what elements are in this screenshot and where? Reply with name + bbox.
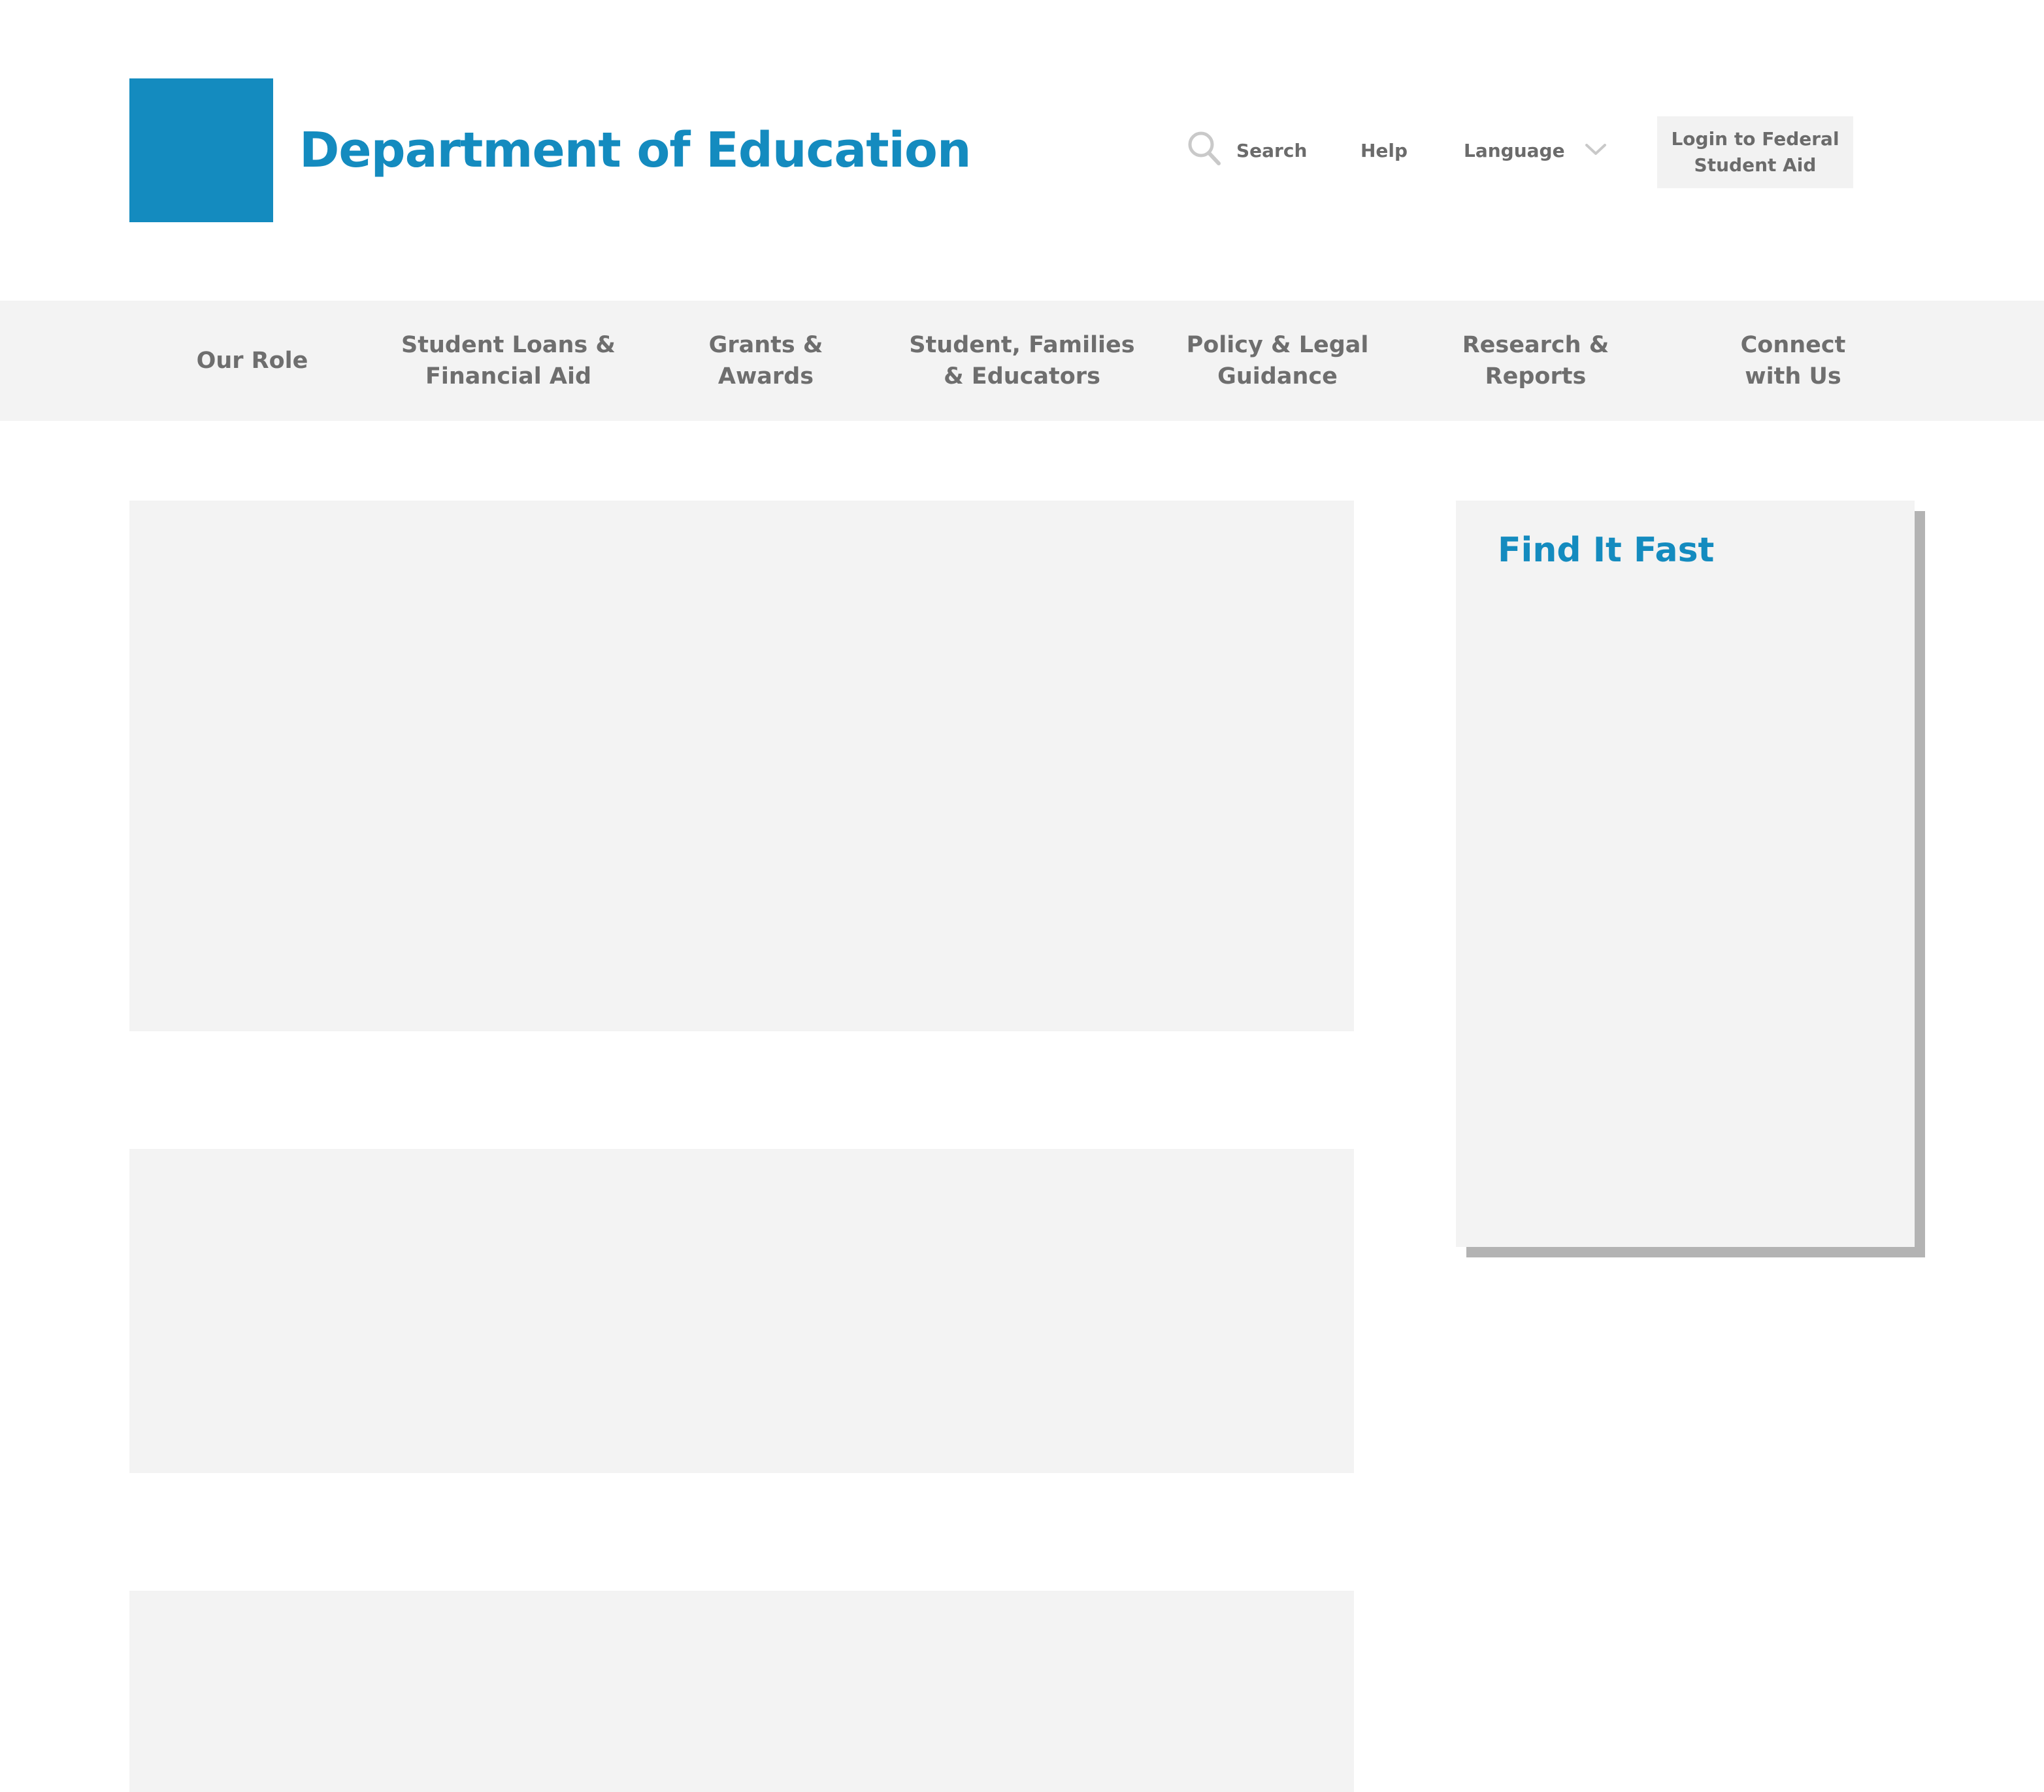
nav-item-our-role[interactable]: Our Role bbox=[154, 301, 350, 421]
nav-item-grants-awards[interactable]: Grants & Awards bbox=[668, 301, 864, 421]
search-label: Search bbox=[1236, 139, 1308, 161]
help-label: Help bbox=[1360, 139, 1408, 161]
nav-item-student-loans[interactable]: Student Loans & Financial Aid bbox=[391, 301, 626, 421]
nav-item-research-reports[interactable]: Research & Reports bbox=[1438, 301, 1634, 421]
search-icon bbox=[1187, 130, 1236, 171]
content-block-hero bbox=[129, 501, 1354, 1031]
login-federal-student-aid-button[interactable]: Login to Federal Student Aid bbox=[1657, 116, 1853, 188]
logo[interactable] bbox=[129, 78, 273, 222]
find-it-fast-panel: Find It Fast bbox=[1456, 501, 1915, 1247]
page: Department of Education Search Help Lang… bbox=[0, 0, 2044, 1792]
search-link[interactable]: Search bbox=[1187, 131, 1307, 170]
language-label: Language bbox=[1464, 139, 1565, 161]
help-link[interactable]: Help bbox=[1360, 131, 1408, 170]
language-select[interactable]: Language bbox=[1464, 131, 1607, 170]
nav-item-connect[interactable]: Connect with Us bbox=[1695, 301, 1891, 421]
primary-nav: Our Role Student Loans & Financial Aid G… bbox=[0, 301, 2044, 421]
nav-item-policy-legal[interactable]: Policy & Legal Guidance bbox=[1176, 301, 1379, 421]
nav-item-students-families-educators[interactable]: Student, Families & Educators bbox=[904, 301, 1140, 421]
sidebar-title: Find It Fast bbox=[1498, 531, 1715, 570]
content-block-tertiary bbox=[129, 1591, 1354, 1792]
chevron-down-icon bbox=[1565, 140, 1607, 161]
content-block-secondary bbox=[129, 1149, 1354, 1473]
site-title[interactable]: Department of Education bbox=[299, 118, 972, 183]
